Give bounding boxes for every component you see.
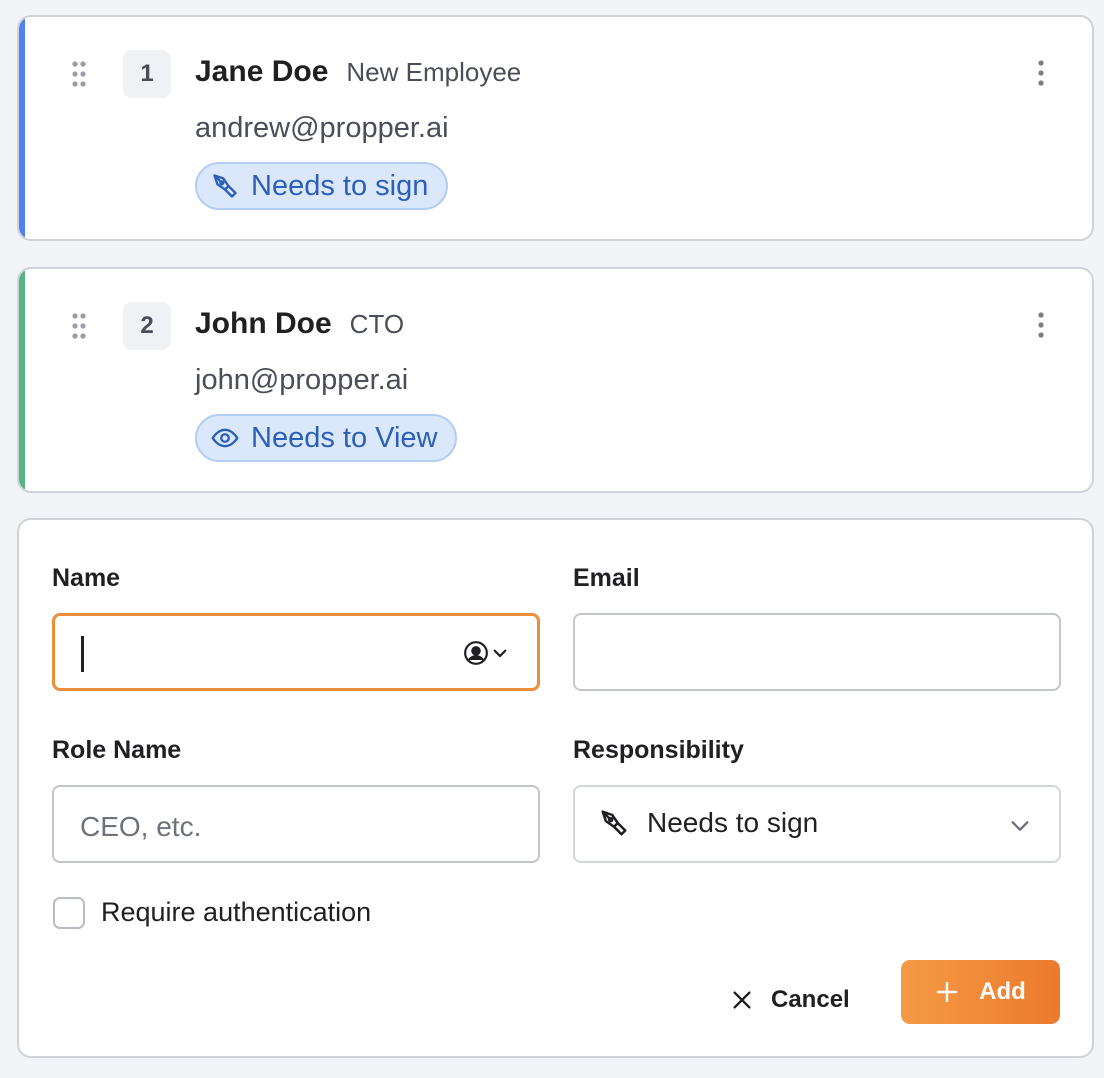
pen-nib-icon xyxy=(601,810,627,836)
recipient-role: New Employee xyxy=(346,57,522,87)
close-icon xyxy=(733,991,751,1009)
role-name-input[interactable]: CEO, etc. xyxy=(52,785,540,863)
require-authentication-label[interactable]: Require authentication xyxy=(101,897,371,928)
add-button[interactable]: Add xyxy=(901,960,1060,1024)
recipient-role: CTO xyxy=(349,309,405,339)
responsibility-selected-value: Needs to sign xyxy=(647,807,819,838)
role-name-placeholder: CEO, etc. xyxy=(80,811,202,842)
signing-order-badge: 2 xyxy=(123,302,171,350)
responsibility-label: Needs to View xyxy=(251,421,438,454)
more-options-icon[interactable] xyxy=(1029,311,1053,339)
responsibility-label: Needs to sign xyxy=(251,169,429,202)
responsibility-label: Responsibility xyxy=(573,736,744,764)
email-label: Email xyxy=(573,564,640,592)
plus-icon xyxy=(936,981,958,1003)
chevron-down-icon xyxy=(1011,821,1029,831)
drag-handle-icon[interactable] xyxy=(71,313,87,339)
role-name-label: Role Name xyxy=(52,736,182,764)
email-input[interactable] xyxy=(573,613,1061,691)
recipient-email: john@propper.ai xyxy=(195,364,409,396)
recipient-email: andrew@propper.ai xyxy=(195,112,449,144)
recipient-name: John Doe xyxy=(195,307,332,340)
responsibility-select[interactable]: Needs to sign xyxy=(573,785,1061,863)
require-authentication-checkbox[interactable] xyxy=(53,897,85,929)
add-recipient-form: Name Email Role Name CEO, etc. Responsib… xyxy=(17,518,1094,1058)
recipient-card-1[interactable]: 1 Jane Doe New Employee andrew@propper.a… xyxy=(17,15,1094,241)
recipient-name: Jane Doe xyxy=(195,55,329,88)
cancel-button[interactable]: Cancel xyxy=(731,980,850,1020)
more-options-icon[interactable] xyxy=(1029,59,1053,87)
cancel-label: Cancel xyxy=(771,986,850,1013)
add-label: Add xyxy=(979,978,1026,1005)
eye-icon xyxy=(211,428,239,448)
text-cursor xyxy=(81,636,84,672)
recipient-card-2[interactable]: 2 John Doe CTO john@propper.ai Needs to … xyxy=(17,267,1094,493)
responsibility-badge: Needs to View xyxy=(195,414,458,462)
signing-order-badge: 1 xyxy=(123,50,171,98)
drag-handle-icon[interactable] xyxy=(71,61,87,87)
chevron-down-icon xyxy=(493,649,507,658)
name-input[interactable] xyxy=(52,613,540,691)
pen-nib-icon xyxy=(213,174,237,198)
person-circle-icon xyxy=(464,641,488,665)
responsibility-badge: Needs to sign xyxy=(195,162,449,210)
contact-picker-button[interactable] xyxy=(463,640,509,666)
name-label: Name xyxy=(52,564,121,592)
